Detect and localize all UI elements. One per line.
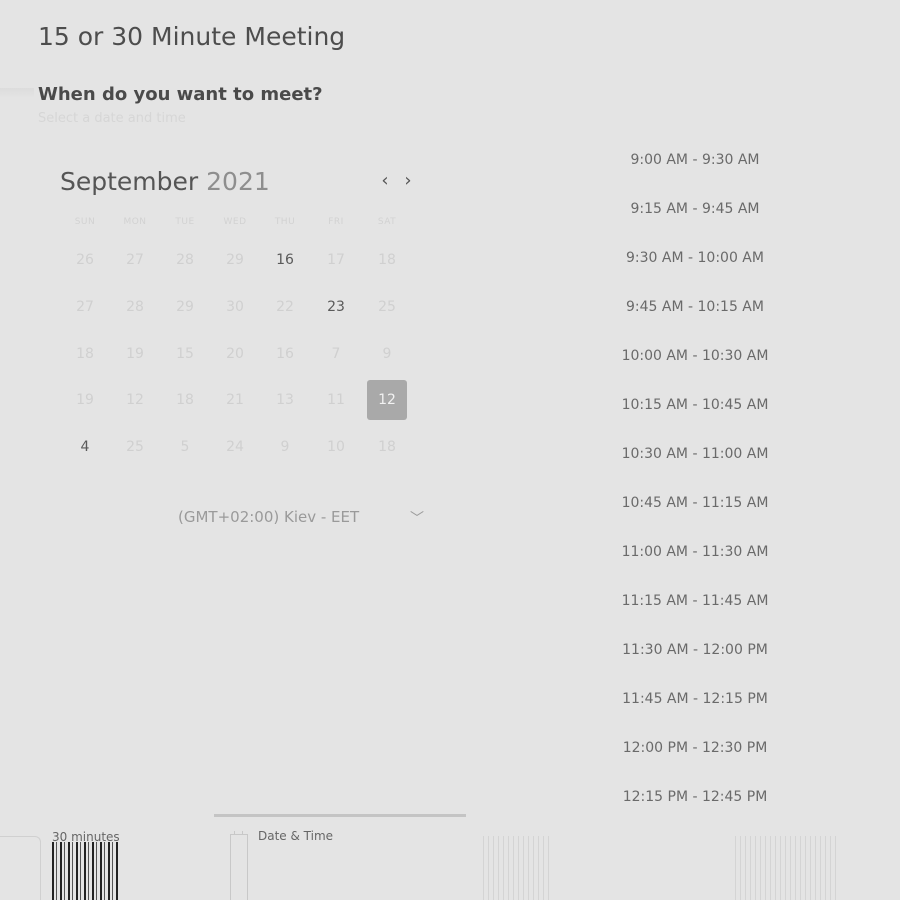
time-slot[interactable]: 12:15 PM - 12:45 PM [600,779,790,815]
time-slot[interactable]: 11:15 AM - 11:45 AM [600,583,790,619]
calendar-day: 27 [126,252,144,268]
weekday-mon: MON [123,217,147,227]
timezone-label: (GMT+02:00) Kiev - EET [178,508,360,526]
timezone-select[interactable]: (GMT+02:00) Kiev - EET ﹀ [178,508,428,530]
weekday-tue: TUE [175,217,195,227]
calendar-day: 28 [126,299,144,315]
calendar-day: 25 [126,439,144,455]
calendar-day: 19 [126,346,144,362]
calendar-day: 10 [327,439,345,455]
calendar-day: 9 [280,439,290,455]
calendar-day: 21 [226,392,244,408]
calendar-day: 18 [76,346,94,362]
calendar-day: 13 [276,392,294,408]
calendar: September 2021 ‹ › SUN MON TUE WED THU F… [60,160,420,455]
time-slot[interactable]: 11:45 AM - 12:15 PM [600,681,790,717]
time-slot[interactable]: 10:15 AM - 10:45 AM [600,387,790,423]
calendar-day: 18 [378,439,396,455]
chevron-right-icon[interactable]: › [400,171,416,191]
step-duration[interactable]: 30 minutes [52,828,132,900]
calendar-day: 11 [327,392,345,408]
calendar-day: 28 [176,252,194,268]
calendar-day: 29 [226,252,244,268]
scheduler-page: 15 or 30 Minute Meeting When do you want… [0,0,900,900]
calendar-day: 22 [276,299,294,315]
time-slot[interactable]: 9:00 AM - 9:30 AM [600,142,790,178]
calendar-day: 9 [382,346,392,362]
page-title: 15 or 30 Minute Meeting [38,22,346,51]
calendar-header: September 2021 ‹ › [60,160,420,204]
month-label: September [60,167,199,196]
step-graphic [735,836,839,900]
calendar-day: 17 [327,252,345,268]
weekday-sat: SAT [377,217,397,227]
step-progress-bar [214,814,466,817]
time-slot[interactable]: 10:45 AM - 11:15 AM [600,485,790,521]
left-edge-bar [0,88,34,98]
calendar-day: 16 [276,346,294,362]
month-year-label: September 2021 [60,167,270,196]
calendar-day: 18 [378,252,396,268]
calendar-day-available[interactable]: 4 [65,427,105,467]
calendar-day: 5 [180,439,190,455]
time-slot[interactable]: 10:00 AM - 10:30 AM [600,338,790,374]
calendar-day: 27 [76,299,94,315]
weekday-sun: SUN [74,217,96,227]
calendar-day-available[interactable]: 23 [316,287,356,327]
weekday-fri: FRI [328,217,344,227]
chevron-down-icon: ﹀ [410,511,424,527]
calendar-day-available[interactable]: 16 [265,240,305,280]
time-slot[interactable]: 11:30 AM - 12:00 PM [600,632,790,668]
calendar-day: 25 [378,299,396,315]
time-slot[interactable]: 12:00 PM - 12:30 PM [600,730,790,766]
when-subheading: Select a date and time [38,111,186,126]
calendar-day: 12 [126,392,144,408]
chevron-left-icon[interactable]: ‹ [377,171,393,191]
calendar-day: 30 [226,299,244,315]
calendar-day: 19 [76,392,94,408]
calendar-day: 18 [176,392,194,408]
weekday-row: SUN MON TUE WED THU FRI SAT [60,217,420,231]
calendar-day: 7 [331,346,341,362]
step-graphic [483,836,553,900]
calendar-day: 15 [176,346,194,362]
date-time-label: Date & Time [258,829,334,843]
time-slot[interactable]: 9:30 AM - 10:00 AM [600,240,790,276]
time-slot[interactable]: 10:30 AM - 11:00 AM [600,436,790,472]
day-grid: 26 27 28 29 16 17 18 27 28 29 30 22 23 25 18 19 15 20 16 7 9… [60,240,420,490]
calendar-day: 20 [226,346,244,362]
step-date-time[interactable]: Date & Time [228,828,358,900]
time-slot[interactable]: 9:45 AM - 10:15 AM [600,289,790,325]
calendar-day: 24 [226,439,244,455]
calendar-day-selected[interactable]: 12 [367,380,407,420]
calendar-icon [230,831,248,900]
calendar-day: 29 [176,299,194,315]
step-card-edge [0,836,41,900]
calendar-day: 26 [76,252,94,268]
weekday-wed: WED [223,217,247,227]
time-slot[interactable]: 11:00 AM - 11:30 AM [600,534,790,570]
when-heading: When do you want to meet? [38,84,323,105]
time-slot[interactable]: 9:15 AM - 9:45 AM [600,191,790,227]
barcode-graphic [52,842,120,900]
weekday-thu: THU [274,217,296,227]
year-label: 2021 [206,167,270,196]
